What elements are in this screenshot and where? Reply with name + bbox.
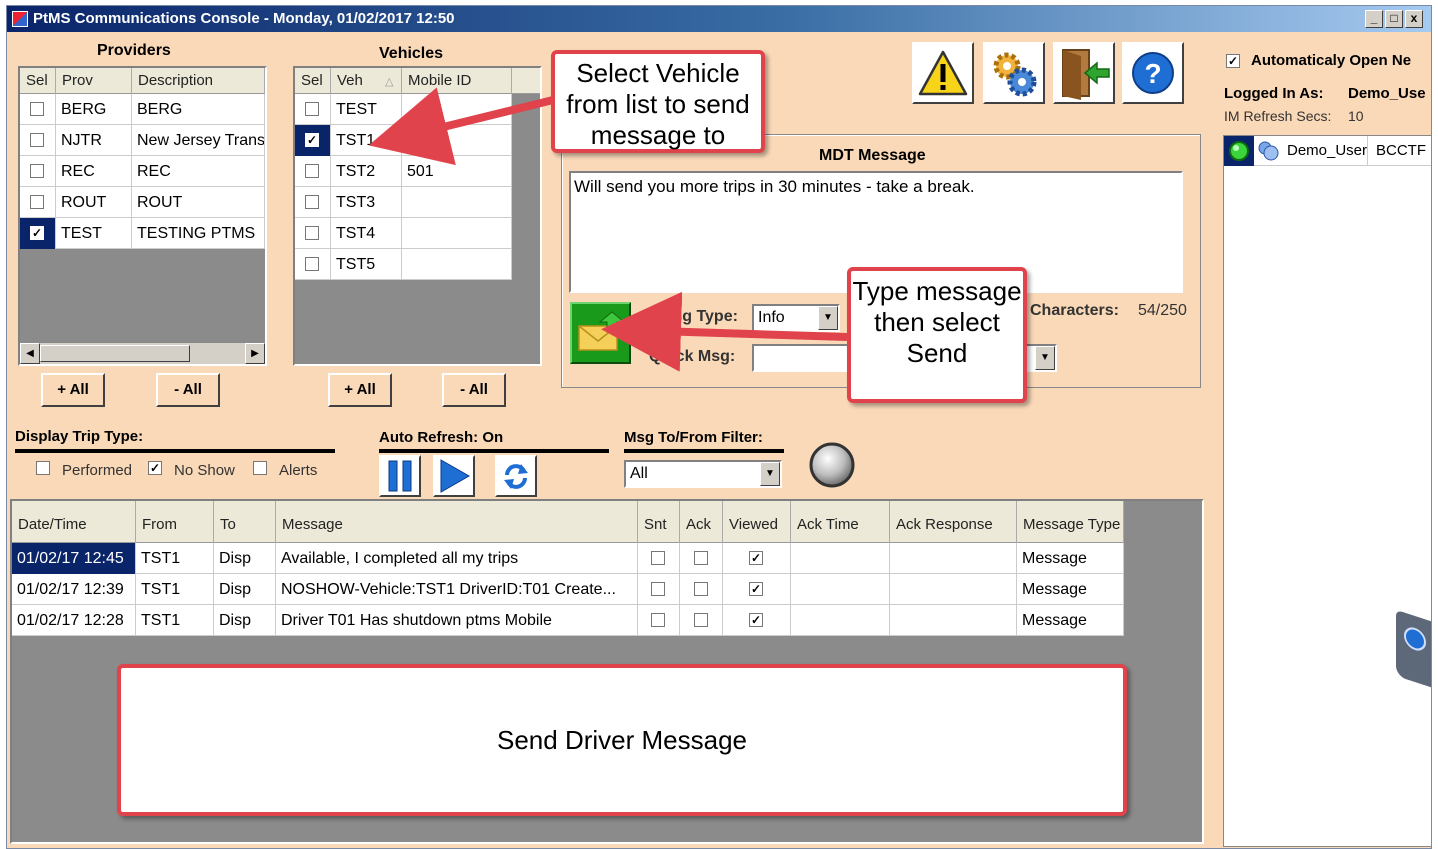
arrow-to-send-icon [601,291,848,372]
console-window: PtMS Communications Console - Monday, 01… [6,5,1432,849]
callout-arrows [368,87,848,372]
arrow-to-vehicle-icon [368,87,554,166]
